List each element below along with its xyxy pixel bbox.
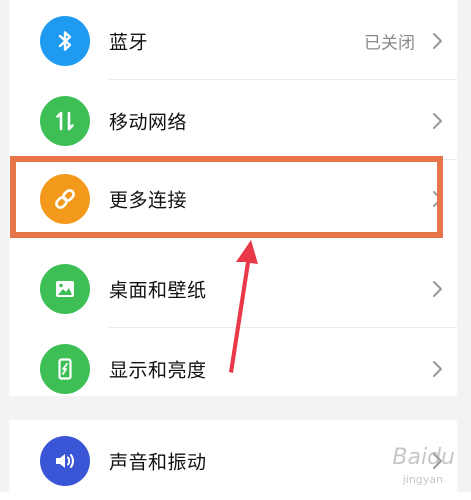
divider xyxy=(109,79,457,80)
right-gutter xyxy=(457,0,471,492)
settings-item-sound-vibration[interactable]: 声音和振动 xyxy=(9,422,457,500)
link-icon xyxy=(40,174,90,224)
settings-screen: 蓝牙 已关闭 移动网络 更多连接 桌面和壁纸 显示和亮度 声音和振动 Baidu… xyxy=(0,0,471,492)
display-icon xyxy=(40,344,90,394)
settings-item-label: 桌面和壁纸 xyxy=(109,279,207,302)
bluetooth-status: 已关闭 xyxy=(364,33,415,54)
settings-item-more-connections[interactable]: 更多连接 xyxy=(9,160,457,238)
settings-item-display-brightness[interactable]: 显示和亮度 xyxy=(9,330,457,408)
settings-item-desktop-wallpaper[interactable]: 桌面和壁纸 xyxy=(9,250,457,328)
chevron-right-icon xyxy=(425,277,449,301)
image-icon xyxy=(40,264,90,314)
settings-item-label: 蓝牙 xyxy=(109,31,149,54)
settings-item-label: 声音和振动 xyxy=(109,451,207,474)
settings-item-bluetooth[interactable]: 蓝牙 已关闭 xyxy=(9,2,457,80)
sound-icon xyxy=(40,436,90,486)
settings-item-mobile-network[interactable]: 移动网络 xyxy=(9,82,457,160)
left-gutter xyxy=(0,0,9,492)
mobile-network-icon xyxy=(40,96,90,146)
chevron-right-icon xyxy=(425,109,449,133)
divider xyxy=(109,327,457,328)
watermark-logo: Baidu xyxy=(392,445,455,470)
bluetooth-icon xyxy=(40,16,90,66)
chevron-right-icon xyxy=(425,357,449,381)
chevron-right-icon xyxy=(425,187,449,211)
settings-item-label: 移动网络 xyxy=(109,111,188,134)
watermark-subtext: jingyan xyxy=(402,473,443,486)
settings-item-label: 更多连接 xyxy=(109,189,188,212)
settings-item-label: 显示和亮度 xyxy=(109,359,207,382)
chevron-right-icon xyxy=(425,29,449,53)
